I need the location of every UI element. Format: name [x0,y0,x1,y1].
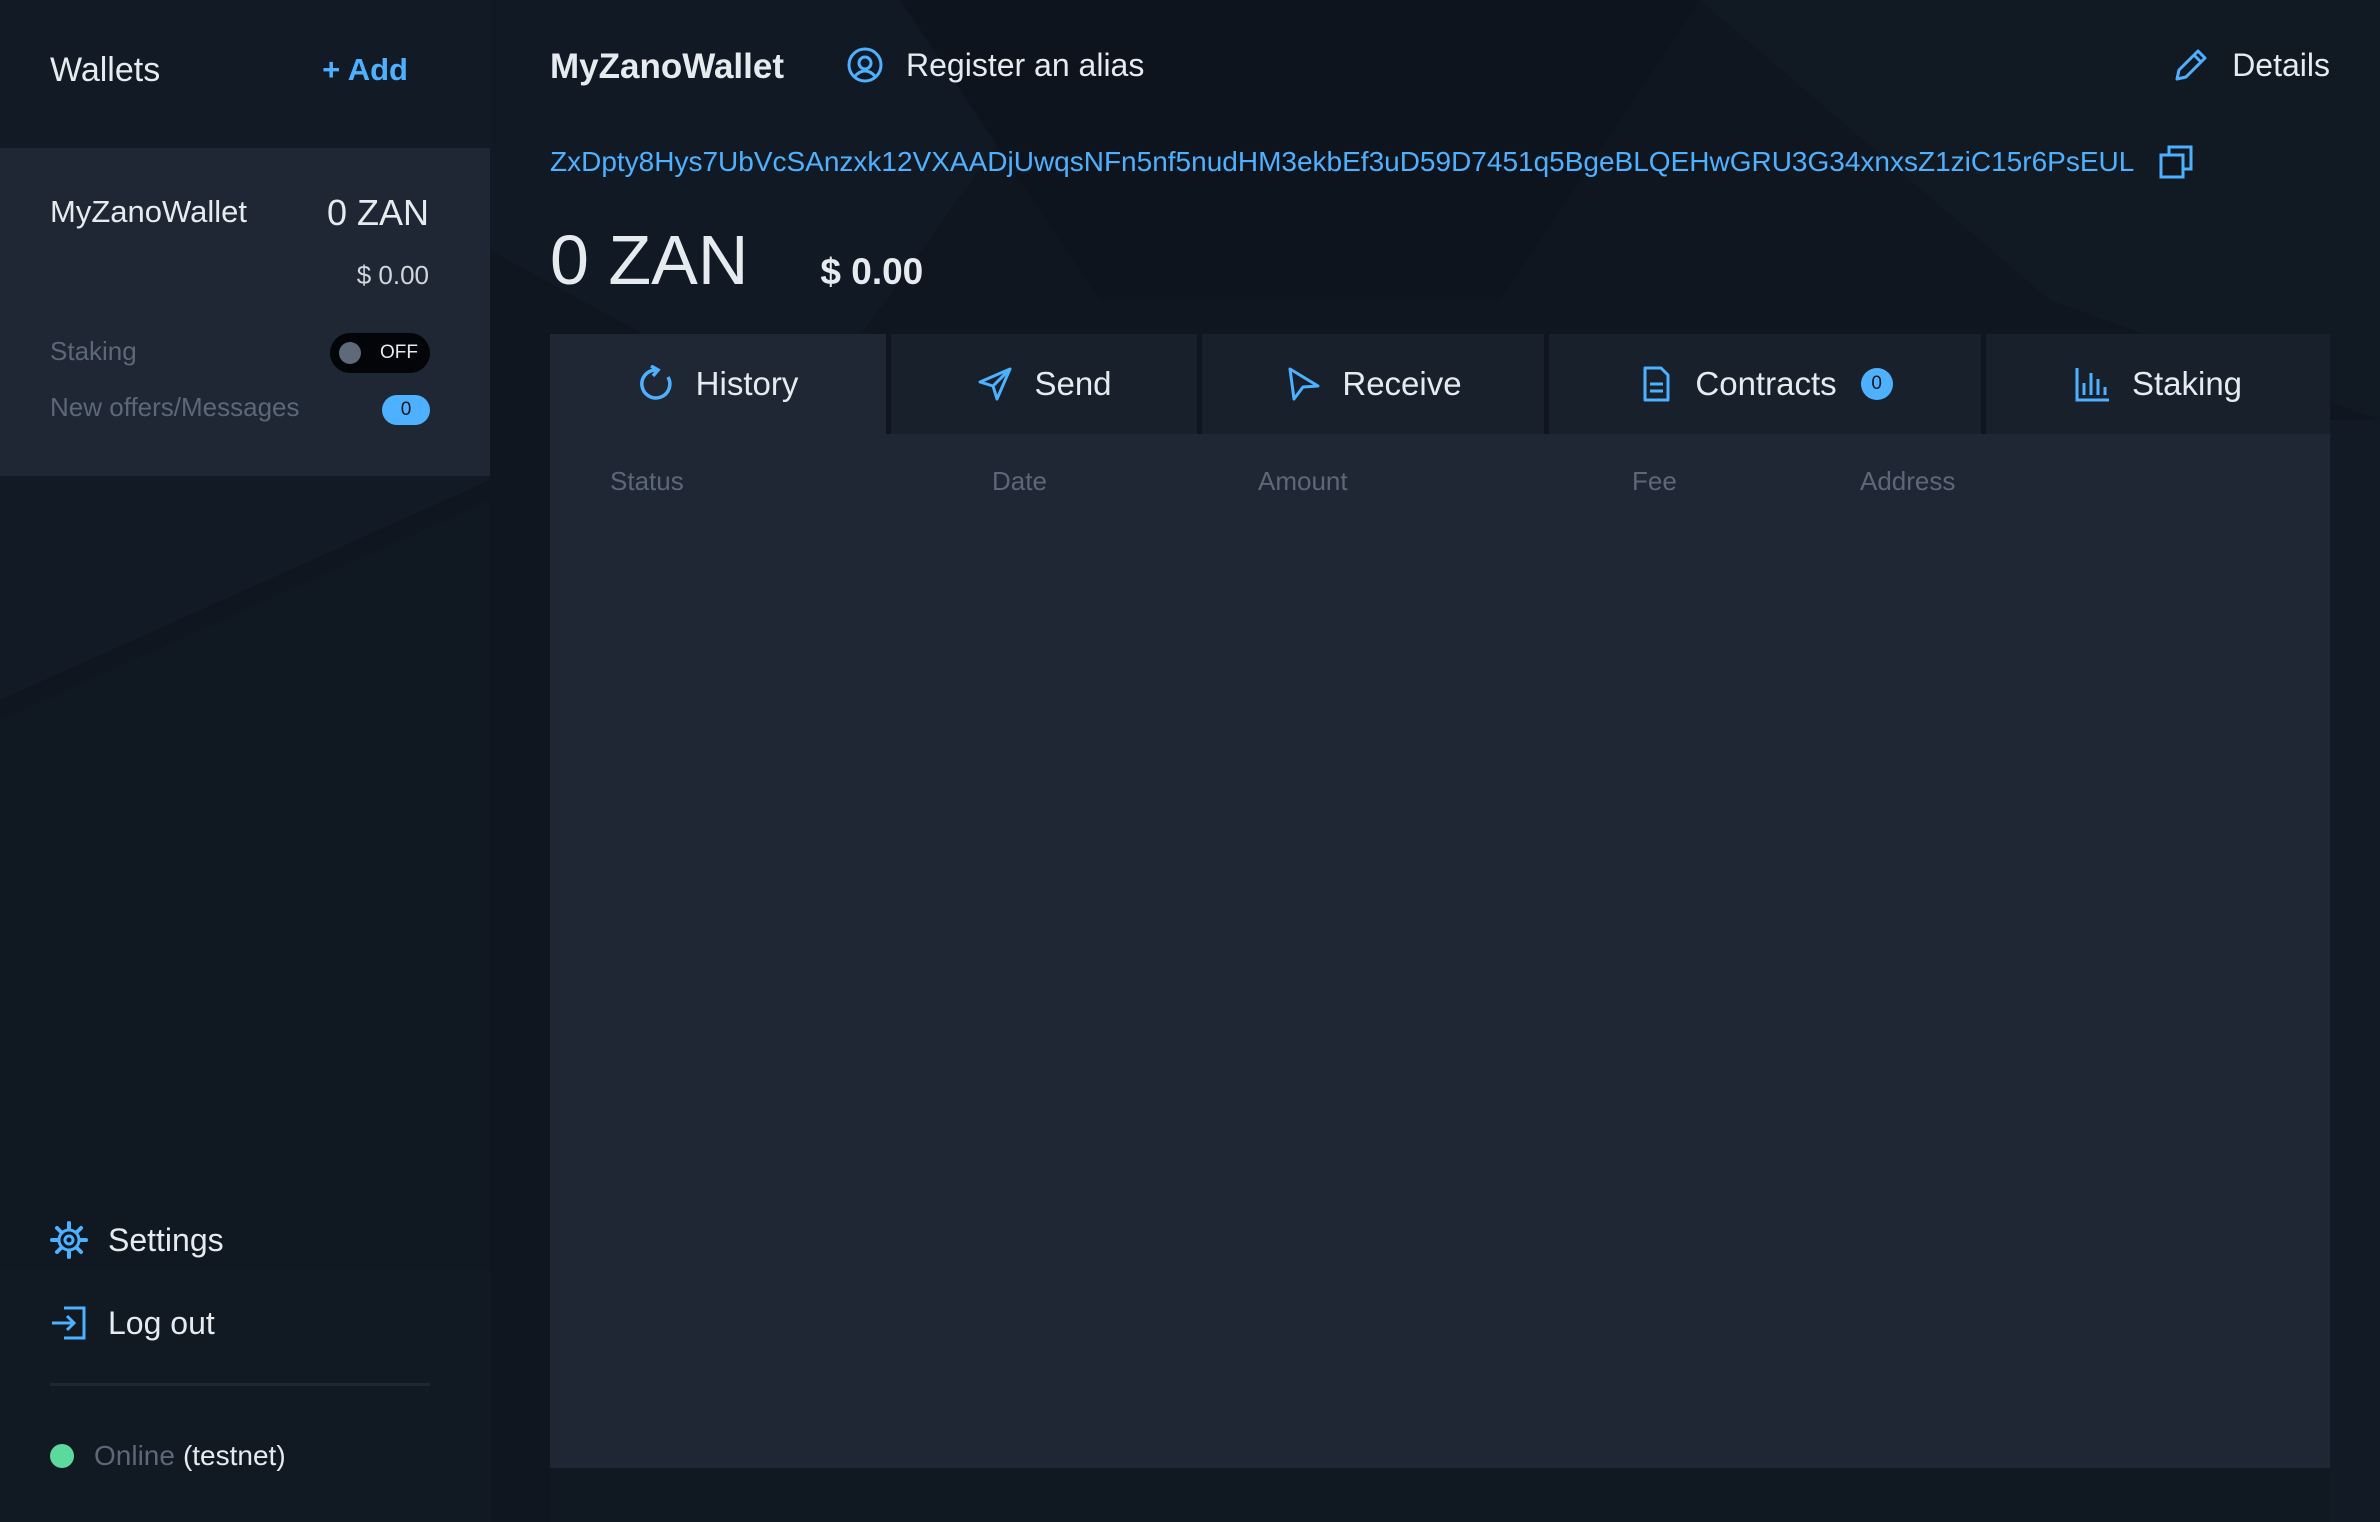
status-online-text: Online [94,1440,175,1471]
alias-icon [847,47,883,83]
balance-row: 0 ZAN $ 0.00 [550,220,923,300]
staking-label: Staking [50,336,137,366]
address-row: ZxDpty8Hys7UbVcSAnzxk12VXAADjUwqsNFn5nf5… [550,144,2194,180]
tab-history-label: History [695,365,799,402]
online-status-dot [50,1444,74,1468]
balance-amount: 0 ZAN [550,221,749,299]
balance-usd: $ 0.00 [820,251,924,292]
pencil-icon [2175,49,2207,81]
register-alias-label: Register an alias [906,46,1145,83]
toggle-knob [339,342,361,364]
receive-icon [1288,367,1320,401]
wallet-card-name: MyZanoWallet [50,194,247,229]
toggle-state: OFF [380,342,418,363]
wallet-card-usd: $ 0.00 [356,260,429,290]
register-alias-button[interactable]: Register an alias [846,46,1144,84]
copy-icon[interactable] [2158,144,2194,180]
tab-contracts-label: Contracts [1695,365,1837,402]
tab-send-label: Send [1034,365,1112,402]
contracts-icon [1643,366,1670,402]
offers-label: New offers/Messages [50,392,300,422]
tab-receive[interactable]: Receive [1202,334,1544,434]
details-button[interactable]: Details [2172,46,2330,84]
tab-staking[interactable]: Staking [1986,334,2330,434]
add-wallet-button[interactable]: + Add [322,52,408,88]
main-header: MyZanoWallet Register an alias Details [550,40,2330,100]
wallet-address[interactable]: ZxDpty8Hys7UbVcSAnzxk12VXAADjUwqsNFn5nf5… [550,146,2134,178]
wallet-card[interactable]: MyZanoWallet 0 ZAN $ 0.00 Staking OFF Ne… [0,148,490,476]
sidebar: Wallets + Add MyZanoWallet 0 ZAN $ 0.00 … [0,0,490,1522]
settings-button[interactable]: Settings [50,1215,224,1265]
tab-receive-label: Receive [1342,365,1462,402]
column-header-status: Status [610,466,684,496]
app-window: Wallets + Add MyZanoWallet 0 ZAN $ 0.00 … [0,0,2380,1522]
details-label: Details [2232,46,2330,83]
staking-toggle[interactable]: OFF [330,333,430,373]
logout-label: Log out [108,1304,215,1341]
logout-icon [50,1304,88,1342]
tab-staking-label: Staking [2131,365,2243,402]
contracts-count-badge: 0 [1860,368,1893,400]
network-status: Online (testnet) [50,1440,286,1472]
wallet-tabs: History Send Receive Contracts 0 Staking [550,334,2330,434]
tab-history[interactable]: History [550,334,886,434]
settings-label: Settings [108,1221,224,1258]
column-header-fee: Fee [1632,466,1677,496]
send-icon [978,367,1012,401]
tab-send[interactable]: Send [891,334,1197,434]
logout-button[interactable]: Log out [50,1298,215,1348]
sidebar-header: Wallets + Add [50,40,430,100]
status-network-text: (testnet) [182,1440,286,1471]
column-header-date: Date [992,466,1047,496]
wallet-title: MyZanoWallet [550,47,784,86]
sidebar-divider [50,1383,430,1386]
column-header-address: Address [1860,466,1956,496]
gear-icon [50,1221,88,1259]
wallet-card-balance: 0 ZAN [326,192,429,233]
column-header-amount: Amount [1258,466,1348,496]
staking-icon [2075,368,2109,402]
history-icon [639,365,672,400]
tab-contracts[interactable]: Contracts 0 [1549,334,1981,434]
offers-count-badge: 0 [382,395,430,425]
history-table: Status Date Amount Fee Address [550,434,2330,1468]
sidebar-title: Wallets [50,50,161,89]
